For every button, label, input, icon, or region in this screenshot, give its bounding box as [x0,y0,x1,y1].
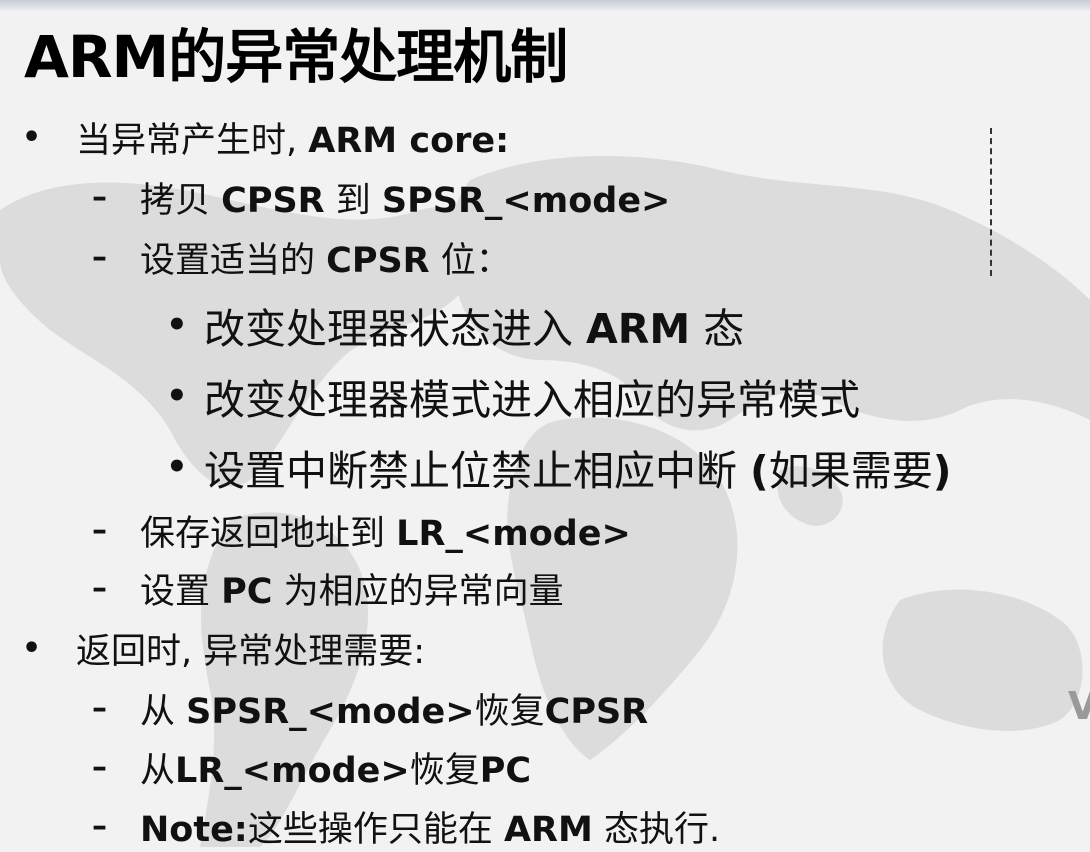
text-run: CPSR [326,241,430,281]
list-item-level-1: • 当异常产生时, ARM core: [22,112,509,163]
text-run: CPSR [544,692,649,732]
dash-marker: – [92,691,107,726]
text-run: SPSR_<mode> [186,692,475,732]
text-run: 保存返回地址到 [140,514,397,554]
text-run: 位： [429,241,511,281]
bullet-marker: • [166,305,188,345]
text-run: 态执行. [592,810,721,850]
text-run: 从 [140,751,176,791]
text-run: 设置 [140,572,222,612]
list-item-level-1: • 返回时, 异常处理需要: [22,623,425,674]
list-item-text: 返回时, 异常处理需要: [76,623,425,674]
list-item-text: Note:这些操作只能在 ARM 态执行. [140,801,720,852]
text-run: 返回时, 异常处理需要: [76,632,426,672]
text-run: CPSR [221,181,325,221]
text-run: 拷贝 [140,181,222,221]
bullet-marker: • [22,120,42,155]
text-run: ARM [503,810,593,850]
text-run: PC [479,751,532,791]
list-item-text: 当异常产生时, ARM core: [76,112,509,163]
list-item-text: 从 SPSR_<mode>恢复CPSR [140,683,648,734]
dash-marker: – [92,180,107,215]
text-run: 恢复 [409,751,480,791]
text-run: ARM core: [308,121,510,161]
list-item-text: 从LR_<mode>恢复PC [140,742,531,793]
text-run: ARM [586,305,691,353]
bullet-marker: • [166,376,188,416]
text-run: SPSR_<mode> [381,181,671,221]
text-run: 从 [140,692,187,732]
text-run: 改变处理器状态进入 [204,305,587,353]
text-run: 设置中断禁止位禁止相应中断 [204,447,751,495]
slide-title: ARM的异常处理机制 [24,23,568,91]
list-item-text: 拷贝 CPSR 到 SPSR_<mode> [140,172,670,223]
list-item-level-2: – Note:这些操作只能在 ARM 态执行. [92,801,720,852]
dash-marker: – [92,750,107,785]
text-run: 这些操作只能在 [247,810,504,850]
text-run: PC [221,572,273,612]
edge-text: V [1068,684,1090,728]
list-item-level-3: • 改变处理器模式进入相应的异常模式 [166,366,860,426]
list-item-level-2: – 设置 PC 为相应的异常向量 [92,563,564,614]
text-run: 恢复 [474,692,545,732]
list-item-level-3: • 设置中断禁止位禁止相应中断 (如果需要) [166,437,952,497]
dashed-divider [990,128,992,276]
bullet-marker: • [166,447,188,487]
text-run: LR_<mode> [175,751,410,791]
list-item-text: 设置中断禁止位禁止相应中断 (如果需要) [204,437,952,497]
dash-marker: – [92,240,107,275]
list-item-text: 设置 PC 为相应的异常向量 [140,563,564,614]
text-run: ( [750,447,769,495]
list-item-level-2: – 从LR_<mode>恢复PC [92,742,531,793]
list-item-text: 改变处理器状态进入 ARM 态 [204,295,744,355]
list-item-level-2: – 从 SPSR_<mode>恢复CPSR [92,683,648,734]
list-item-text: 设置适当的 CPSR 位： [140,232,511,283]
text-run: 设置适当的 [140,241,327,281]
list-item-level-2: – 保存返回地址到 LR_<mode> [92,505,631,556]
text-run: 当异常产生时, [76,121,309,161]
list-item-level-2: – 拷贝 CPSR 到 SPSR_<mode> [92,172,670,223]
dash-marker: – [92,571,107,606]
list-item-text: 保存返回地址到 LR_<mode> [140,505,631,556]
dash-marker: – [92,809,107,844]
text-run: 改变处理器模式进入相应的异常模式 [204,376,860,424]
list-item-text: 改变处理器模式进入相应的异常模式 [204,366,860,426]
text-run: 态 [690,305,745,353]
dash-marker: – [92,513,107,548]
text-run: Note: [140,810,248,850]
text-run: LR_<mode> [396,514,631,554]
text-run: ) [932,447,952,495]
text-run: 如果需要 [768,447,933,495]
text-run: 为相应的异常向量 [272,572,564,612]
bullet-marker: • [22,631,42,666]
text-run: 到 [324,181,382,221]
list-item-level-3: • 改变处理器状态进入 ARM 态 [166,295,744,355]
list-item-level-2: – 设置适当的 CPSR 位： [92,232,511,283]
